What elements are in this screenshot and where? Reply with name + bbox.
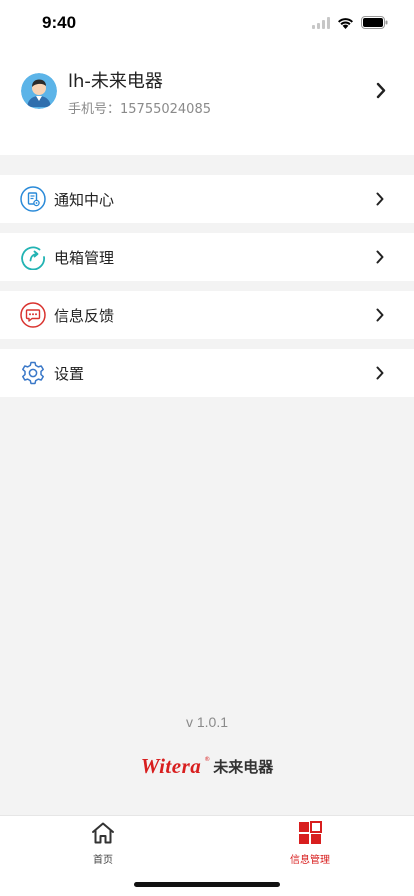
- status-time: 9:40: [42, 13, 77, 32]
- tab-label: 首页: [93, 855, 113, 866]
- tab-label: 信息管理: [290, 855, 330, 866]
- brand-mark: Witera: [140, 754, 202, 778]
- battery-icon: [361, 16, 388, 29]
- menu-label: 电箱管理: [54, 249, 115, 267]
- menu-item-electric-box-management[interactable]: 电箱管理: [0, 233, 414, 281]
- home-icon: [92, 822, 114, 844]
- tab-bar: 首页 信息管理: [0, 815, 414, 896]
- menu-label: 设置: [54, 365, 85, 383]
- grid-icon: [299, 821, 322, 844]
- chevron-right-icon: [376, 192, 384, 206]
- app-version: v 1.0.1: [185, 714, 229, 730]
- home-indicator[interactable]: [134, 882, 280, 887]
- chevron-right-icon: [376, 366, 384, 380]
- chevron-right-icon: [376, 308, 384, 322]
- refresh-arrow-icon: [21, 246, 45, 270]
- wifi-icon: [338, 17, 353, 29]
- tab-home[interactable]: 首页: [63, 821, 143, 866]
- chevron-right-icon[interactable]: [376, 82, 386, 99]
- profile-phone: 手机号：15755024085: [68, 102, 211, 117]
- gear-icon: [22, 361, 44, 385]
- profile-card[interactable]: lh-未来电器 手机号：15755024085: [0, 48, 414, 155]
- menu-item-settings[interactable]: 设置: [0, 349, 414, 397]
- brand-logo: Witera ® 未来电器: [0, 754, 414, 779]
- registered-mark: ®: [204, 756, 211, 763]
- status-bar: 9:40: [0, 0, 414, 48]
- profile-name: lh-未来电器: [68, 71, 163, 92]
- cellular-signal-icon: [312, 16, 330, 29]
- chevron-right-icon: [376, 250, 384, 264]
- notification-doc-icon: [20, 186, 46, 212]
- avatar: [21, 73, 57, 109]
- menu-item-feedback[interactable]: 信息反馈: [0, 291, 414, 339]
- status-icons: [312, 16, 388, 29]
- menu-label: 通知中心: [54, 191, 115, 209]
- tab-info-management[interactable]: 信息管理: [270, 821, 350, 866]
- menu-label: 信息反馈: [54, 307, 115, 325]
- menu-item-notification-center[interactable]: 通知中心: [0, 175, 414, 223]
- brand-name: 未来电器: [213, 758, 274, 776]
- chat-bubble-icon: [20, 302, 46, 328]
